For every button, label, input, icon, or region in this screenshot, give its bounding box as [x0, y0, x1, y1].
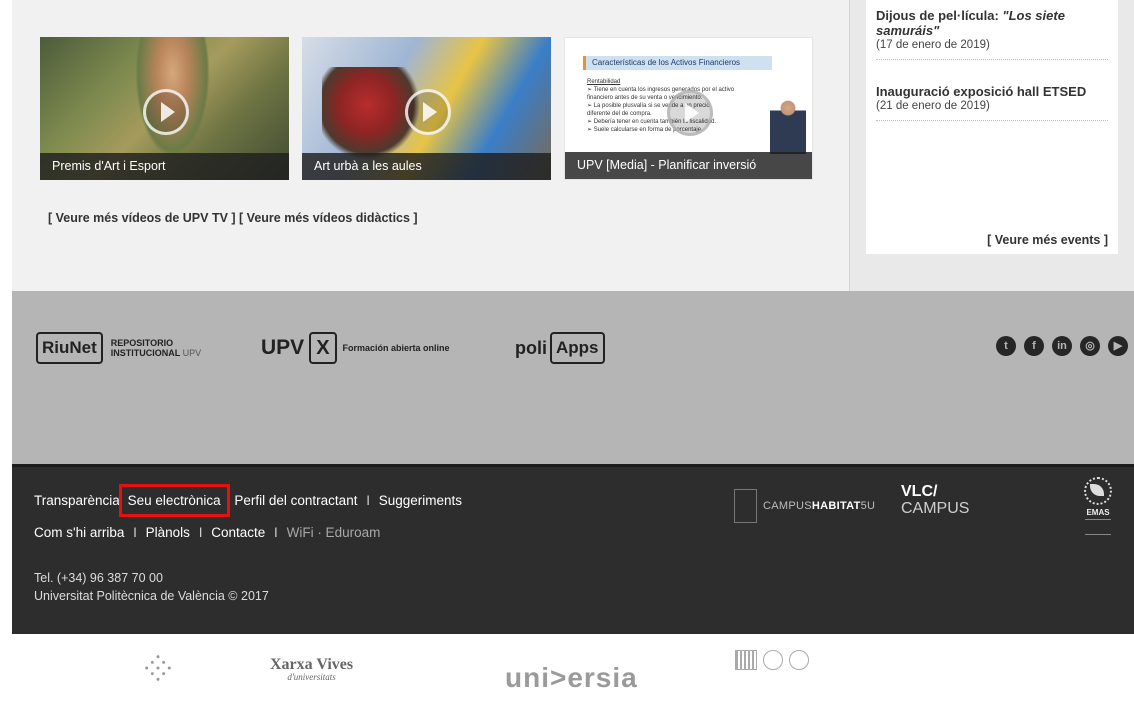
event-title[interactable]: Dijous de pel·lícula: "Los siete samurái… [876, 8, 1108, 38]
campus-habitat-logo[interactable]: CAMPUSHABITAT5U [734, 489, 875, 523]
youtube-icon[interactable]: ▶ [1108, 336, 1128, 356]
emas-label: EMAS [1086, 508, 1110, 517]
instagram-icon[interactable]: ◎ [1080, 336, 1100, 356]
play-icon[interactable] [404, 89, 451, 135]
separator: I [198, 525, 203, 540]
event-item[interactable]: Inauguració exposició hall ETSED (21 de … [876, 84, 1108, 121]
upvx-x-word: X [309, 332, 337, 364]
emas-icon [1084, 477, 1112, 505]
video-caption: Art urbà a les aules [302, 153, 551, 180]
link-com-arriba[interactable]: Com s'hi arriba [34, 525, 124, 540]
play-icon[interactable] [666, 90, 713, 136]
link-seu-electronica[interactable]: Seu electrònica [118, 484, 230, 517]
poli-word: poli [515, 337, 547, 358]
link-perfil-contractant[interactable]: Perfil del contractant [234, 493, 357, 508]
event-item[interactable]: Dijous de pel·lícula: "Los siete samurái… [876, 8, 1108, 60]
events-panel: Dijous de pel·lícula: "Los siete samurái… [850, 0, 1134, 291]
unesco-icon [735, 650, 757, 670]
riunet-sub-line: REPOSITORIO [110, 338, 174, 348]
upvx-upv-word: UPV [261, 336, 305, 359]
top-section: Premis d'Art i Esport Art urbà a les aul… [12, 0, 1134, 291]
link-planols[interactable]: Plànols [146, 525, 190, 540]
footer-links-row-1: Transparència Seu electrònica Perfil del… [34, 484, 462, 517]
seal-icon [763, 650, 783, 670]
unesco-chair-logo[interactable] [735, 650, 816, 670]
partners-band: RiuNet REPOSITORIO INSTITUCIONAL UPV UPV… [12, 291, 1134, 464]
upv-seal-icon [789, 650, 809, 670]
twitter-icon[interactable]: t [996, 336, 1016, 356]
footer: Transparència Seu electrònica Perfil del… [12, 464, 1134, 634]
riunet-logo[interactable]: RiuNet REPOSITORIO INSTITUCIONAL UPV [36, 330, 201, 366]
video-caption: UPV [Media] - Planificar inversió [565, 152, 812, 179]
link-wifi-eduroam[interactable]: WiFi · Eduroam [287, 525, 381, 540]
vlc-campus-word: CAMPUS [901, 500, 970, 517]
video-thumb-premis[interactable]: Premis d'Art i Esport [40, 37, 289, 180]
more-events-link[interactable]: [ Veure més events ] [987, 233, 1108, 247]
institution-logos: Xarxa Vives d'universitats uni>ersia [12, 634, 1134, 704]
event-date: (21 de enero de 2019) [876, 100, 990, 112]
xarxa-vives-logo[interactable]: Xarxa Vives d'universitats [270, 656, 353, 682]
unesco-text [815, 657, 816, 663]
vlc-word: VLC/ [901, 483, 938, 500]
slide-title: Características de los Activos Financier… [583, 56, 772, 70]
apps-word: Apps [550, 332, 605, 364]
event-title[interactable]: Inauguració exposició hall ETSED [876, 84, 1108, 99]
link-contacte[interactable]: Contacte [211, 525, 265, 540]
page: Premis d'Art i Esport Art urbà a les aul… [12, 0, 1134, 704]
poliapps-logo[interactable]: poli Apps [515, 330, 605, 366]
event-date: (17 de enero de 2019) [876, 39, 990, 51]
more-videos-links[interactable]: [ Veure més vídeos de UPV TV ] [ Veure m… [48, 211, 418, 225]
riunet-sub-upv: UPV [182, 348, 202, 358]
riunet-subtitle: REPOSITORIO INSTITUCIONAL UPV [111, 338, 201, 358]
videos-panel: Premis d'Art i Esport Art urbà a les aul… [12, 0, 850, 291]
contact-info: Tel. (+34) 96 387 70 00 Universitat Poli… [34, 569, 269, 605]
link-suggeriments[interactable]: Suggeriments [379, 493, 462, 508]
event-title-text: Dijous de pel·lícula: [876, 8, 1003, 23]
campus-suffix: 5U [860, 500, 876, 512]
campus-habitat-text: CAMPUSHABITAT5U [763, 500, 875, 512]
link-transparencia[interactable]: Transparència [34, 493, 120, 508]
xarxa-vives-icon [141, 651, 175, 685]
linkedin-icon[interactable]: in [1052, 336, 1072, 356]
universia-logo[interactable]: uni>ersia [505, 662, 638, 694]
habitat-word: HABITAT [811, 500, 861, 512]
upvx-subtitle: Formación abierta online [342, 343, 450, 353]
campus-habitat-mark [734, 489, 757, 523]
facebook-icon[interactable]: f [1024, 336, 1044, 356]
presenter-image [770, 98, 806, 154]
emas-subtext [1085, 519, 1111, 535]
copyright: Universitat Politècnica de València © 20… [34, 589, 269, 603]
play-icon[interactable] [142, 89, 189, 135]
social-icons: t f in ◎ ▶ [996, 336, 1128, 356]
upvx-logo[interactable]: UPV X Formación abierta online [261, 330, 450, 366]
campus-word: CAMPUS [763, 500, 812, 512]
footer-links-row-2: Com s'hi arriba I Plànols I Contacte I W… [34, 525, 380, 540]
riunet-word: RiuNet [36, 332, 103, 364]
emas-logo[interactable]: EMAS [1078, 477, 1118, 543]
video-thumb-upv-media[interactable]: Características de los Activos Financier… [564, 37, 813, 180]
riunet-sub-line: INSTITUCIONAL [110, 348, 181, 358]
telephone: Tel. (+34) 96 387 70 00 [34, 571, 163, 585]
vlc-campus-logo[interactable]: VLC/ CAMPUS [901, 483, 969, 517]
separator: I [274, 525, 278, 540]
separator: I [366, 493, 370, 508]
separator: I [133, 525, 137, 540]
video-caption: Premis d'Art i Esport [40, 153, 289, 180]
slide-line: Rentabilidad [587, 79, 621, 85]
events-list: Dijous de pel·lícula: "Los siete samurái… [866, 0, 1118, 254]
video-thumb-art-urba[interactable]: Art urbà a les aules [302, 37, 551, 180]
